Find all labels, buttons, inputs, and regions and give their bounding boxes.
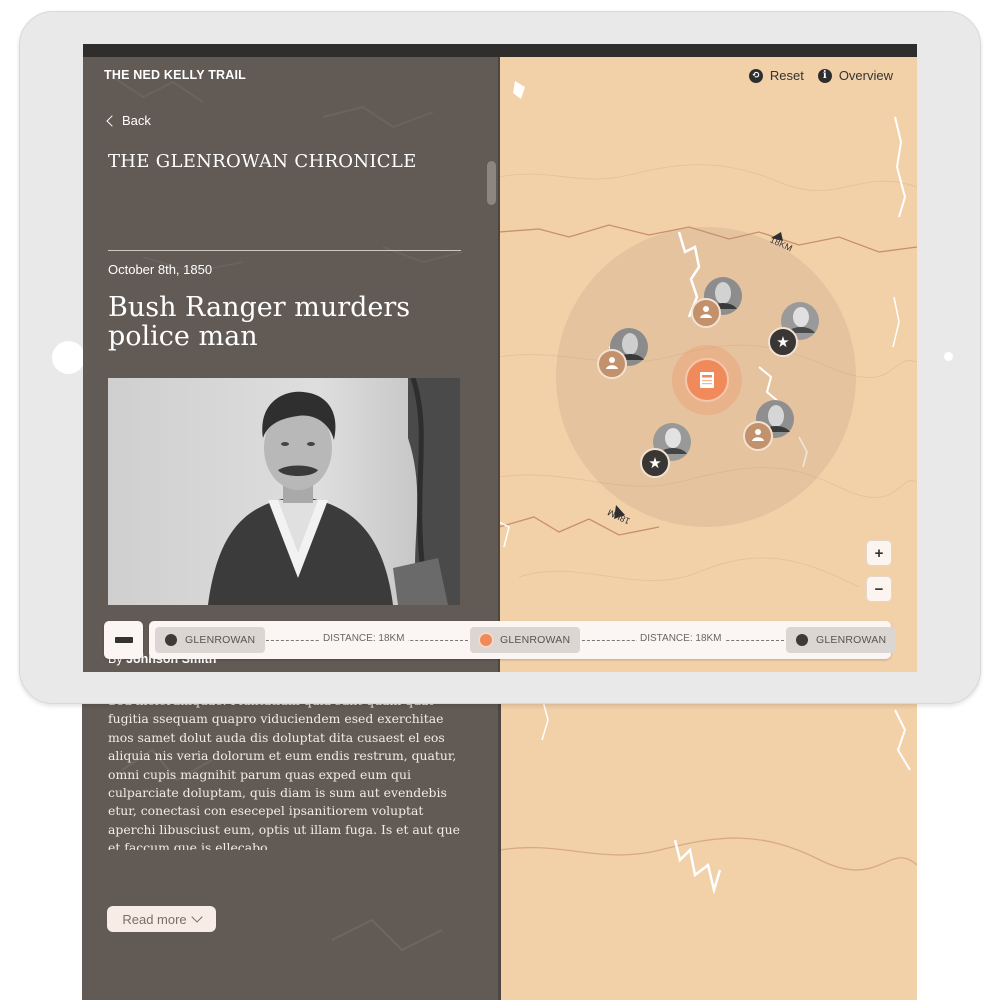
background-divider xyxy=(498,690,501,1000)
zoom-in-button[interactable]: + xyxy=(866,540,892,566)
timeline-bar: DISTANCE: 18KM DISTANCE: 18KM GLENROWAN … xyxy=(149,621,897,659)
svg-text:★: ★ xyxy=(776,333,789,351)
reset-label: Reset xyxy=(769,68,804,83)
stop-label: GLENROWAN xyxy=(185,634,256,646)
portrait-image xyxy=(108,378,460,605)
camera-dot xyxy=(944,352,953,361)
stop-label: GLENROWAN xyxy=(816,634,887,646)
timeline-stop-active[interactable]: GLENROWAN xyxy=(470,627,581,653)
timeline-stop[interactable]: GLENROWAN xyxy=(786,627,897,653)
article-body-text: Sed molorumquae. Pluntatium quia sunt qu… xyxy=(108,693,460,850)
stop-dot xyxy=(165,634,177,646)
article-headline: Bush Ranger murders police man xyxy=(108,292,411,352)
zoom-out-button[interactable]: − xyxy=(866,576,892,602)
timeline-stop[interactable]: GLENROWAN xyxy=(155,627,266,653)
article-date: October 8th, 1850 xyxy=(108,262,213,277)
timeline-icon xyxy=(114,637,133,643)
distance-marker-bottom: 18KM xyxy=(606,505,632,526)
panel-divider xyxy=(498,57,500,672)
back-button[interactable]: Back xyxy=(106,113,151,128)
overview-button[interactable]: i Overview xyxy=(817,68,893,83)
title-divider xyxy=(108,250,461,251)
reset-icon: ⟲ xyxy=(748,68,763,83)
read-more-label: Read more xyxy=(122,911,187,927)
read-more-button[interactable]: Read more xyxy=(107,906,216,932)
person-icon[interactable] xyxy=(743,421,773,451)
status-bar xyxy=(83,44,917,57)
stop-dot-active xyxy=(480,634,492,646)
reset-button[interactable]: ⟲ Reset xyxy=(748,68,804,83)
svg-text:★: ★ xyxy=(648,454,661,472)
info-icon: i xyxy=(817,68,832,83)
person-icon[interactable] xyxy=(597,349,627,379)
article-photo xyxy=(108,378,460,605)
home-button[interactable] xyxy=(52,341,85,374)
chevron-left-icon xyxy=(106,114,118,127)
tablet-screen: THE NED KELLY TRAIL Back THE GLENROWAN C… xyxy=(83,44,917,672)
stop-label: GLENROWAN xyxy=(500,634,571,646)
distance-label: DISTANCE: 18KM xyxy=(320,633,408,644)
app-title: THE NED KELLY TRAIL xyxy=(104,68,247,82)
star-icon[interactable]: ★ xyxy=(640,448,670,478)
back-label: Back xyxy=(122,113,151,128)
map-controls: ⟲ Reset i Overview xyxy=(748,68,893,83)
chevron-down-icon xyxy=(190,911,203,923)
newspaper-marker[interactable] xyxy=(672,345,742,415)
star-icon[interactable]: ★ xyxy=(768,327,798,357)
person-icon[interactable] xyxy=(691,298,721,328)
overview-label: Overview xyxy=(838,68,893,83)
stop-dot xyxy=(796,634,808,646)
background-map-panel xyxy=(500,690,917,1000)
distance-label: DISTANCE: 18KM xyxy=(637,633,725,644)
map-panel[interactable]: 18KM 18KM ★ ★ ⟲ Reset i Overview + − xyxy=(499,57,917,672)
scrollbar-thumb[interactable] xyxy=(487,161,496,205)
publication-title: THE GLENROWAN CHRONICLE xyxy=(108,151,417,172)
article-panel: THE NED KELLY TRAIL Back THE GLENROWAN C… xyxy=(83,57,499,672)
map-canvas[interactable]: 18KM 18KM ★ ★ xyxy=(499,57,917,672)
timeline-toggle-button[interactable] xyxy=(104,621,143,659)
background-map-texture xyxy=(500,690,917,895)
